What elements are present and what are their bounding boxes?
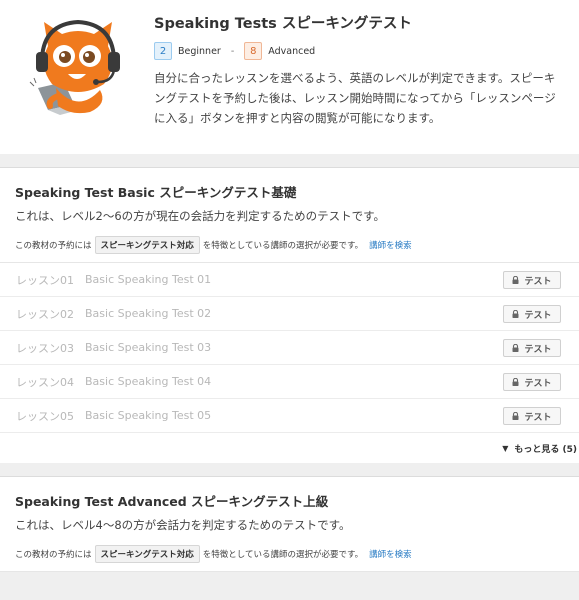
lesson-row: レッスン02 Basic Speaking Test 02 テスト [0,297,579,331]
lesson-row: レッスン05 Basic Speaking Test 05 テスト [0,399,579,433]
reservation-note: この教材の予約には スピーキングテスト対応 を特徴としている講師の選択が必要です… [15,236,564,262]
course-header: Speaking Tests スピーキングテスト 2 Beginner - 8 … [0,0,579,154]
lesson-number: レッスン04 [16,375,74,389]
level-min-label: Beginner [178,45,221,57]
level-max-label: Advanced [268,45,316,57]
feature-badge: スピーキングテスト対応 [94,236,200,254]
lesson-list: レッスン01 Basic Speaking Test 01 テスト レッスン02… [0,262,579,433]
lock-icon [512,378,519,386]
note-prefix: この教材の予約には [15,241,92,251]
lock-icon [512,276,519,284]
note-suffix: を特徴としている講師の選択が必要です。 [202,241,364,251]
show-more-button[interactable]: ▼ もっと見る (5) [0,433,579,463]
lesson-number: レッスン05 [16,409,74,423]
level-range: 2 Beginner - 8 Advanced [154,42,566,60]
lesson-number: レッスン02 [16,307,74,321]
lock-icon [512,412,519,420]
test-button-label: テスト [524,344,552,355]
lesson-name: Basic Speaking Test 05 [85,409,212,422]
lesson-name: Basic Speaking Test 03 [85,341,212,354]
reservation-note: この教材の予約には スピーキングテスト対応 を特徴としている講師の選択が必要です… [15,545,564,571]
section-title: Speaking Test Advanced スピーキングテスト上級 [15,494,329,509]
test-button[interactable]: テスト [503,339,561,357]
section-title: Speaking Test Basic スピーキングテスト基礎 [15,185,297,200]
lock-icon [512,344,519,352]
lesson-name: Basic Speaking Test 02 [85,307,212,320]
lesson-number: レッスン03 [16,341,74,355]
note-prefix: この教材の予約には [15,550,92,560]
lesson-list [0,571,579,572]
caret-down-icon: ▼ [502,443,509,453]
lesson-row: レッスン03 Basic Speaking Test 03 テスト [0,331,579,365]
lesson-row: レッスン04 Basic Speaking Test 04 テスト [0,365,579,399]
lesson-number: レッスン01 [16,273,74,287]
test-button-label: テスト [524,276,552,287]
course-description: 自分に合ったレッスンを選べるよう、英語のレベルが判定できます。スピーキングテスト… [154,71,556,125]
lesson-row: レッスン01 Basic Speaking Test 01 テスト [0,263,579,297]
search-teacher-link[interactable]: 講師を検索 [369,548,412,560]
test-button[interactable]: テスト [503,271,561,289]
level-separator: - [230,45,235,57]
section-description: これは、レベル4〜8の方が会話力を判定するためのテストです。 [15,518,351,532]
search-teacher-link[interactable]: 講師を検索 [369,239,412,251]
page-title: Speaking Tests スピーキングテスト [154,16,412,32]
show-more-label: もっと見る (5) [514,444,577,455]
feature-badge: スピーキングテスト対応 [94,545,200,563]
test-button[interactable]: テスト [503,305,561,323]
section-gap [0,463,579,477]
lesson-name: Basic Speaking Test 01 [85,273,212,286]
section-gap [0,154,579,168]
mascot-headset-character-icon [28,16,128,120]
section-description: これは、レベル2〜6の方が現在の会話力を判定するためのテストです。 [15,209,385,223]
test-button-label: テスト [524,378,552,389]
level-max-badge: 8 [244,42,263,60]
section-advanced: Speaking Test Advanced スピーキングテスト上級 これは、レ… [0,477,579,572]
test-button-label: テスト [524,412,552,423]
lock-icon [512,310,519,318]
test-button[interactable]: テスト [503,407,561,425]
lesson-name: Basic Speaking Test 04 [85,375,212,388]
level-min-badge: 2 [154,42,172,60]
note-suffix: を特徴としている講師の選択が必要です。 [202,550,364,560]
test-button-label: テスト [524,310,552,321]
test-button[interactable]: テスト [503,373,561,391]
section-basic: Speaking Test Basic スピーキングテスト基礎 これは、レベル2… [0,168,579,463]
